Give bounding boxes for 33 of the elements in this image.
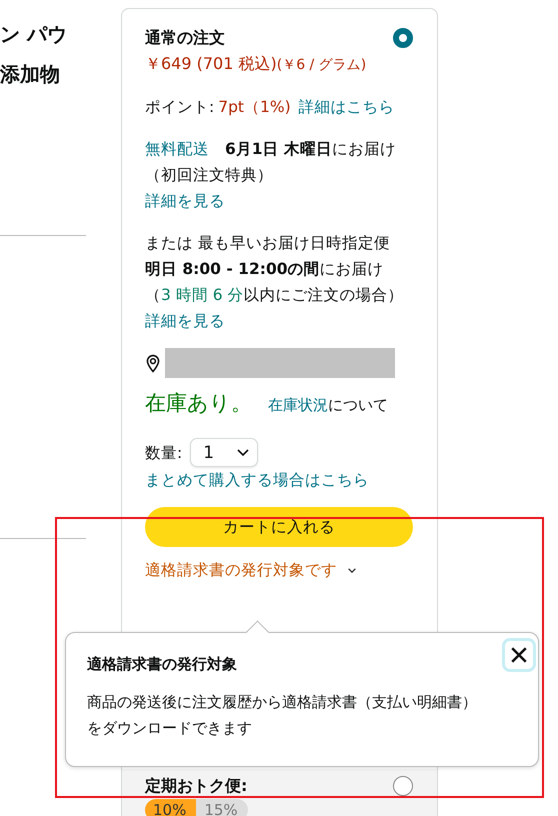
discount-tier: 15% (196, 799, 248, 816)
price: ￥649 (701 税込) (145, 54, 277, 73)
quantity-label: 数量: (145, 442, 182, 464)
chevron-down-icon (237, 448, 250, 456)
points-value: 7pt（1%) (218, 98, 291, 116)
product-title: 添加物 (0, 61, 61, 88)
details-link[interactable]: 詳細を見る (145, 188, 413, 214)
stock-info-suffix: について (328, 395, 388, 416)
chevron-down-icon[interactable] (347, 566, 357, 574)
radio-button[interactable] (393, 776, 413, 796)
popover-title: 適格請求書の発行対象 (87, 654, 238, 675)
add-to-cart-button[interactable]: カートに入れる (145, 507, 413, 547)
location-pin-icon (145, 354, 161, 372)
unit-price: (￥6 / グラム) (276, 57, 366, 73)
points-label: ポイント: (145, 98, 214, 116)
delivery-text: 無料配送 6月1日 木曜日 にお届け（初回注文特典） (145, 139, 397, 186)
points-link[interactable]: 詳細はこちら (298, 98, 395, 116)
invoice-toggle[interactable]: 適格請求書の発行対象です (145, 557, 337, 583)
close-button[interactable] (502, 638, 536, 672)
discount-tier: 10% (145, 799, 196, 816)
fastest-delivery-text: または 最も早いお届け日時指定便 明日 8:00 - 12:00の間にお届け（3 時間 6 分以内にご注文の場合） (145, 233, 405, 306)
popover-text: 商品の発送後に注文履歴から適格請求書（支払い明細書）をダウンロードできます (87, 692, 478, 739)
free-shipping-link[interactable]: 無料配送 (145, 140, 209, 158)
radio-button[interactable] (393, 28, 413, 48)
product-title: ン パウ (0, 21, 68, 48)
quantity-dropdown[interactable]: 1 (190, 438, 258, 467)
stock-status: 在庫あり。 (145, 390, 252, 416)
offer-title: 通常の注文 (145, 27, 225, 49)
subscription-title: 定期おトク便: (145, 775, 248, 797)
stock-info-link[interactable]: 在庫状況 (268, 392, 328, 418)
close-icon (510, 646, 528, 664)
details-link[interactable]: 詳細を見る (145, 308, 413, 334)
bulk-purchase-link[interactable]: まとめて購入する場合はこちら (145, 467, 413, 493)
